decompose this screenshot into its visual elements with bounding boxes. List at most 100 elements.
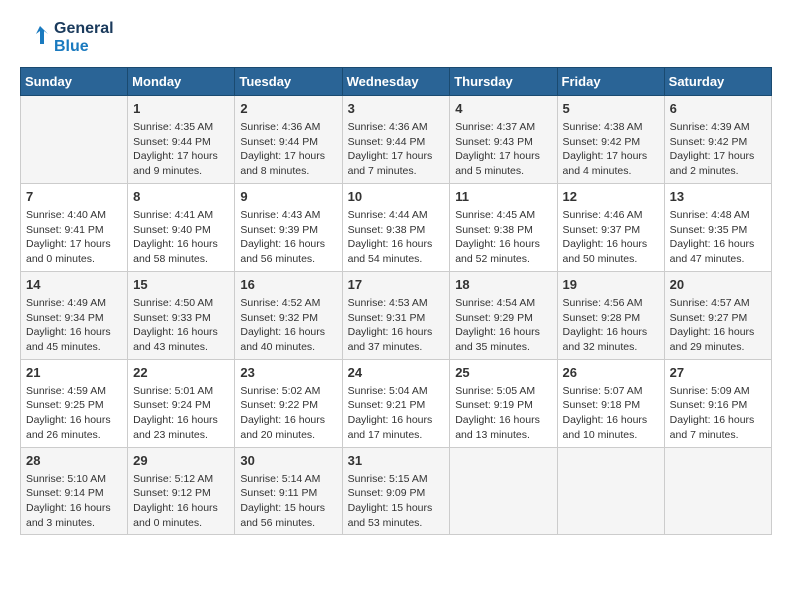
day-number: 15	[133, 276, 229, 294]
day-header-wednesday: Wednesday	[342, 67, 450, 95]
calendar-cell: 7Sunrise: 4:40 AM Sunset: 9:41 PM Daylig…	[21, 183, 128, 271]
cell-content: Sunrise: 4:44 AM Sunset: 9:38 PM Dayligh…	[348, 208, 445, 267]
cell-content: Sunrise: 5:07 AM Sunset: 9:18 PM Dayligh…	[563, 384, 659, 443]
calendar-cell: 27 Sunrise: 5:09 AM Sunset: 9:16 PM Dayli…	[664, 359, 771, 447]
calendar-cell: 16 Sunrise: 4:52 AM Sunset: 9:32 PM Dayli…	[235, 271, 342, 359]
day-number: 31	[348, 452, 445, 470]
calendar-cell: 2Sunrise: 4:36 AM Sunset: 9:44 PM Daylig…	[235, 95, 342, 183]
day-number: 8	[133, 188, 229, 206]
cell-content: Sunrise: 5:01 AM Sunset: 9:24 PM Dayligh…	[133, 384, 229, 443]
day-number: 19	[563, 276, 659, 294]
cell-content: Sunrise: 4:36 AM Sunset: 9:44 PM Dayligh…	[348, 120, 445, 179]
calendar-cell: 9 Sunrise: 4:43 AM Sunset: 9:39 PM Daylig…	[235, 183, 342, 271]
page-header: General Blue	[20, 20, 772, 57]
cell-content: Sunrise: 4:37 AM Sunset: 9:43 PM Dayligh…	[455, 120, 551, 179]
day-number: 26	[563, 364, 659, 382]
calendar-cell: 23 Sunrise: 5:02 AM Sunset: 9:22 PM Dayli…	[235, 359, 342, 447]
day-number: 17	[348, 276, 445, 294]
calendar-cell	[450, 447, 557, 535]
logo-line1: General	[54, 20, 114, 38]
calendar-week-row: 14 Sunrise: 4:49 AM Sunset: 9:34 PM Dayli…	[21, 271, 772, 359]
day-number: 29	[133, 452, 229, 470]
cell-content: Sunrise: 4:50 AM Sunset: 9:33 PM Dayligh…	[133, 296, 229, 355]
calendar-cell: 4Sunrise: 4:37 AM Sunset: 9:43 PM Daylig…	[450, 95, 557, 183]
day-number: 21	[26, 364, 122, 382]
day-header-thursday: Thursday	[450, 67, 557, 95]
cell-content: Sunrise: 5:05 AM Sunset: 9:19 PM Dayligh…	[455, 384, 551, 443]
cell-content: Sunrise: 5:10 AM Sunset: 9:14 PM Dayligh…	[26, 472, 122, 531]
calendar-week-row: 1 Sunrise: 4:35 AM Sunset: 9:44 PM Daylig…	[21, 95, 772, 183]
cell-content: Sunrise: 5:09 AM Sunset: 9:16 PM Dayligh…	[670, 384, 766, 443]
cell-content: Sunrise: 4:53 AM Sunset: 9:31 PM Dayligh…	[348, 296, 445, 355]
day-number: 11	[455, 188, 551, 206]
calendar-cell: 22 Sunrise: 5:01 AM Sunset: 9:24 PM Dayli…	[128, 359, 235, 447]
day-number: 20	[670, 276, 766, 294]
calendar-cell: 6 Sunrise: 4:39 AM Sunset: 9:42 PM Daylig…	[664, 95, 771, 183]
calendar-cell: 12 Sunrise: 4:46 AM Sunset: 9:37 PM Dayli…	[557, 183, 664, 271]
calendar-cell: 11 Sunrise: 4:45 AM Sunset: 9:38 PM Dayli…	[450, 183, 557, 271]
cell-content: Sunrise: 4:43 AM Sunset: 9:39 PM Dayligh…	[240, 208, 336, 267]
cell-content: Sunrise: 4:49 AM Sunset: 9:34 PM Dayligh…	[26, 296, 122, 355]
day-number: 12	[563, 188, 659, 206]
cell-content: Sunrise: 4:46 AM Sunset: 9:37 PM Dayligh…	[563, 208, 659, 267]
day-number: 23	[240, 364, 336, 382]
day-number: 24	[348, 364, 445, 382]
cell-content: Sunrise: 4:35 AM Sunset: 9:44 PM Dayligh…	[133, 120, 229, 179]
day-header-saturday: Saturday	[664, 67, 771, 95]
cell-content: Sunrise: 4:57 AM Sunset: 9:27 PM Dayligh…	[670, 296, 766, 355]
logo-line2: Blue	[54, 38, 114, 56]
day-number: 3	[348, 100, 445, 118]
cell-content: Sunrise: 4:38 AM Sunset: 9:42 PM Dayligh…	[563, 120, 659, 179]
day-number: 7	[26, 188, 122, 206]
day-number: 9	[240, 188, 336, 206]
day-header-friday: Friday	[557, 67, 664, 95]
day-number: 28	[26, 452, 122, 470]
calendar-cell: 31 Sunrise: 5:15 AM Sunset: 9:09 PM Dayli…	[342, 447, 450, 535]
calendar-cell: 5 Sunrise: 4:38 AM Sunset: 9:42 PM Daylig…	[557, 95, 664, 183]
day-number: 30	[240, 452, 336, 470]
calendar-cell: 24 Sunrise: 5:04 AM Sunset: 9:21 PM Dayli…	[342, 359, 450, 447]
calendar-cell: 3 Sunrise: 4:36 AM Sunset: 9:44 PM Daylig…	[342, 95, 450, 183]
cell-content: Sunrise: 4:48 AM Sunset: 9:35 PM Dayligh…	[670, 208, 766, 267]
cell-content: Sunrise: 5:12 AM Sunset: 9:12 PM Dayligh…	[133, 472, 229, 531]
calendar-cell	[664, 447, 771, 535]
day-header-monday: Monday	[128, 67, 235, 95]
cell-content: Sunrise: 5:14 AM Sunset: 9:11 PM Dayligh…	[240, 472, 336, 531]
day-number: 1	[133, 100, 229, 118]
day-number: 27	[670, 364, 766, 382]
calendar-week-row: 7Sunrise: 4:40 AM Sunset: 9:41 PM Daylig…	[21, 183, 772, 271]
calendar-cell: 8 Sunrise: 4:41 AM Sunset: 9:40 PM Daylig…	[128, 183, 235, 271]
calendar-cell: 30 Sunrise: 5:14 AM Sunset: 9:11 PM Dayli…	[235, 447, 342, 535]
day-number: 5	[563, 100, 659, 118]
day-number: 14	[26, 276, 122, 294]
day-number: 22	[133, 364, 229, 382]
calendar-cell	[557, 447, 664, 535]
cell-content: Sunrise: 4:54 AM Sunset: 9:29 PM Dayligh…	[455, 296, 551, 355]
cell-content: Sunrise: 4:39 AM Sunset: 9:42 PM Dayligh…	[670, 120, 766, 179]
day-number: 2	[240, 100, 336, 118]
cell-content: Sunrise: 4:45 AM Sunset: 9:38 PM Dayligh…	[455, 208, 551, 267]
day-number: 18	[455, 276, 551, 294]
calendar-table: SundayMondayTuesdayWednesdayThursdayFrid…	[20, 67, 772, 536]
calendar-cell: 1 Sunrise: 4:35 AM Sunset: 9:44 PM Daylig…	[128, 95, 235, 183]
logo-text-block: General Blue	[20, 20, 114, 57]
calendar-week-row: 21Sunrise: 4:59 AM Sunset: 9:25 PM Dayli…	[21, 359, 772, 447]
cell-content: Sunrise: 4:52 AM Sunset: 9:32 PM Dayligh…	[240, 296, 336, 355]
cell-content: Sunrise: 5:15 AM Sunset: 9:09 PM Dayligh…	[348, 472, 445, 531]
calendar-cell: 21Sunrise: 4:59 AM Sunset: 9:25 PM Dayli…	[21, 359, 128, 447]
day-header-sunday: Sunday	[21, 67, 128, 95]
logo: General Blue	[20, 20, 114, 57]
day-number: 16	[240, 276, 336, 294]
cell-content: Sunrise: 4:56 AM Sunset: 9:28 PM Dayligh…	[563, 296, 659, 355]
day-header-tuesday: Tuesday	[235, 67, 342, 95]
calendar-week-row: 28 Sunrise: 5:10 AM Sunset: 9:14 PM Dayli…	[21, 447, 772, 535]
calendar-cell: 10 Sunrise: 4:44 AM Sunset: 9:38 PM Dayli…	[342, 183, 450, 271]
cell-content: Sunrise: 5:02 AM Sunset: 9:22 PM Dayligh…	[240, 384, 336, 443]
day-number: 6	[670, 100, 766, 118]
calendar-cell: 20 Sunrise: 4:57 AM Sunset: 9:27 PM Dayli…	[664, 271, 771, 359]
calendar-cell: 19 Sunrise: 4:56 AM Sunset: 9:28 PM Dayli…	[557, 271, 664, 359]
cell-content: Sunrise: 4:41 AM Sunset: 9:40 PM Dayligh…	[133, 208, 229, 267]
cell-content: Sunrise: 5:04 AM Sunset: 9:21 PM Dayligh…	[348, 384, 445, 443]
logo-bird-icon	[20, 22, 52, 54]
day-number: 10	[348, 188, 445, 206]
